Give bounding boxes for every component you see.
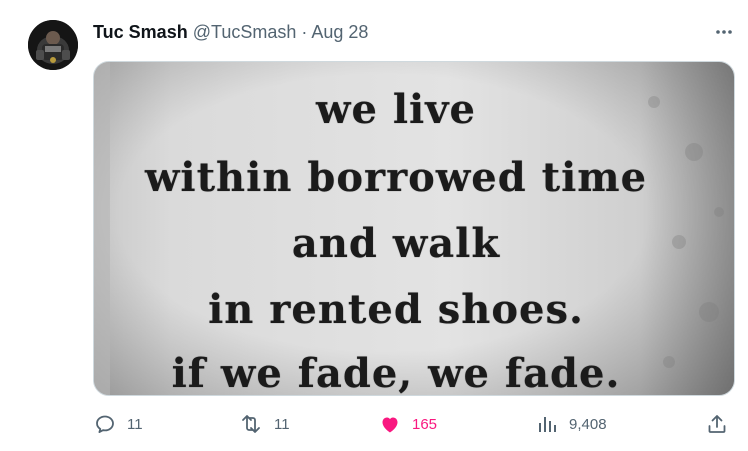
- tweet-header: Tuc Smash @TucSmash · Aug 28: [93, 21, 368, 43]
- header-separator: ·: [301, 22, 308, 42]
- tweet-media-image[interactable]: we live within borrowed time and walk in…: [93, 61, 735, 396]
- poem-line: and walk: [291, 220, 501, 267]
- share-button[interactable]: [705, 409, 729, 439]
- tweet-actions-bar: 11 11 165 9,408: [93, 409, 737, 439]
- poem-line: within borrowed time: [144, 154, 648, 201]
- reply-icon: [96, 415, 114, 433]
- views-bar-chart-icon: [539, 417, 556, 432]
- like-button[interactable]: 165: [378, 409, 437, 439]
- views-button[interactable]: 9,408: [535, 409, 607, 439]
- poem-line: we live: [316, 86, 476, 133]
- author-display-name[interactable]: Tuc Smash: [93, 22, 188, 42]
- reply-button[interactable]: 11: [93, 409, 143, 439]
- poem-text: we live within borrowed time and walk in…: [94, 62, 734, 396]
- heart-icon: [382, 417, 398, 433]
- retweet-count: 11: [274, 415, 290, 433]
- poem-line: if we fade, we fade.: [171, 350, 621, 396]
- author-handle[interactable]: @TucSmash: [193, 22, 297, 42]
- like-count: 165: [412, 415, 438, 433]
- retweet-icon: [242, 415, 260, 433]
- reply-count: 11: [127, 415, 143, 433]
- avatar[interactable]: [28, 20, 78, 70]
- more-options-button[interactable]: [713, 22, 735, 42]
- more-dots-icon: [716, 30, 732, 34]
- tweet-date[interactable]: Aug 28: [311, 22, 368, 42]
- retweet-button[interactable]: 11: [238, 409, 290, 439]
- views-count: 9,408: [569, 415, 607, 433]
- share-icon: [708, 415, 726, 433]
- poem-line: in rented shoes.: [208, 286, 584, 333]
- avatar-image: [28, 20, 78, 70]
- tweet[interactable]: Tuc Smash @TucSmash · Aug 28 we live wit…: [0, 0, 748, 451]
